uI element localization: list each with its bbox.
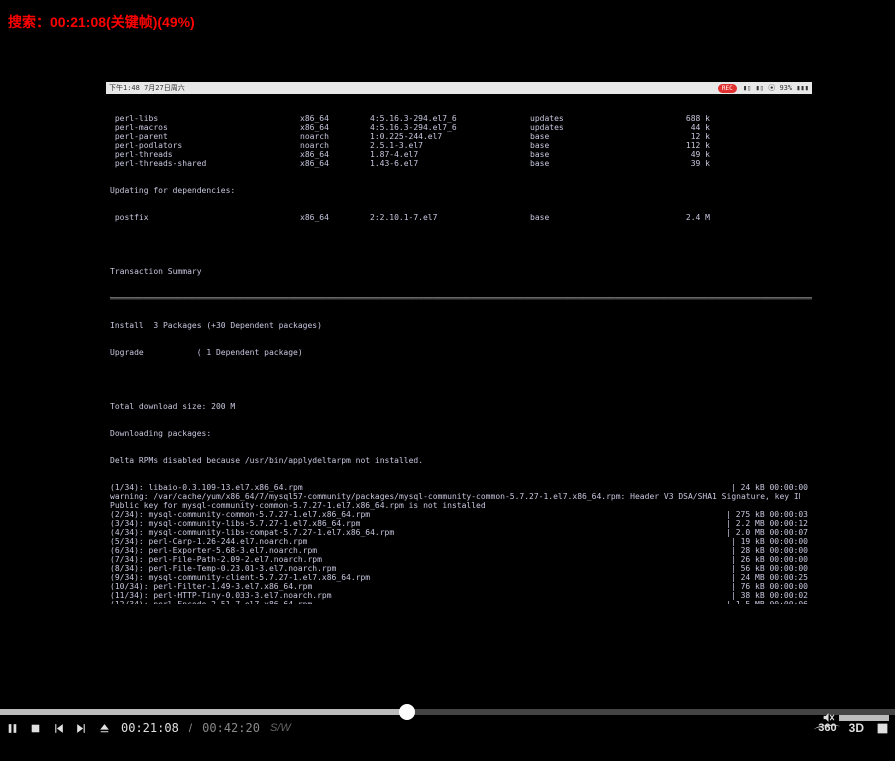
phone-time: 下午1:48 7月27日周六 [109, 84, 185, 93]
current-time: 00:21:08 [121, 721, 179, 735]
battery-icon: ▮▮▮ [796, 84, 809, 92]
download-row: (11/34): perl-HTTP-Tiny-0.033-3.el7.noar… [110, 591, 808, 600]
divider: ════════════════════════════════════════… [110, 294, 808, 303]
pkg-row: perl-threadsx86_641.87-4.el7base49 k [110, 150, 808, 159]
stop-button[interactable] [29, 722, 42, 735]
time-separator: / [189, 721, 192, 735]
download-row: (8/34): perl-File-Temp-0.23.01-3.el7.noa… [110, 564, 808, 573]
download-row: (10/34): perl-Filter-1.49-3.el7.x86_64.r… [110, 582, 808, 591]
pause-button[interactable] [6, 722, 19, 735]
pkg-row: perl-podlatorsnoarch2.5.1-3.el7base112 k [110, 141, 808, 150]
pkg-row: postfixx86_642:2.10.1-7.el7base2.4 M [110, 213, 808, 222]
pkg-row: perl-parentnoarch1:0.225-244.el7base12 k [110, 132, 808, 141]
signal-icon: ▮▯ ▮▯ ⦿ [743, 84, 780, 92]
pkg-row: perl-macrosx86_644:5.16.3-294.el7_6updat… [110, 123, 808, 132]
prev-button[interactable] [52, 722, 65, 735]
sw-indicator[interactable]: S/W [270, 722, 291, 734]
pkg-row: perl-threads-sharedx86_641.43-6.el7base3… [110, 159, 808, 168]
total-time: 00:42:20 [202, 721, 260, 735]
download-row: (4/34): mysql-community-libs-compat-5.7.… [110, 528, 808, 537]
eject-button[interactable] [98, 722, 111, 735]
rec-indicator: REC [718, 84, 737, 93]
download-row: (9/34): mysql-community-client-5.7.27-1.… [110, 573, 808, 582]
terminal-output: perl-libsx86_644:5.16.3-294.el7_6updates… [106, 94, 812, 604]
player-controls: 00:21:08 / 00:42:20 S/W 360 3D [0, 701, 895, 761]
download-row: (12/34): perl-Encode-2.51-7.el7.x86_64.r… [110, 600, 808, 604]
download-row: warning: /var/cache/yum/x86_64/7/mysql57… [110, 492, 808, 501]
360-button[interactable]: 360 [818, 722, 836, 734]
next-button[interactable] [75, 722, 88, 735]
progress-track[interactable] [0, 709, 895, 715]
download-row: (7/34): perl-File-Path-2.09-2.el7.noarch… [110, 555, 808, 564]
download-row: (3/34): mysql-community-libs-5.7.27-1.el… [110, 519, 808, 528]
volume-slider[interactable] [839, 715, 889, 721]
progress-fill [0, 709, 407, 715]
download-row: Public key for mysql-community-common-5.… [110, 501, 808, 510]
download-row: (5/34): perl-Carp-1.26-244.el7.noarch.rp… [110, 537, 808, 546]
pkg-row: perl-libsx86_644:5.16.3-294.el7_6updates… [110, 114, 808, 123]
search-status-text: 搜索：00:21:08(关键帧)(49%) [4, 6, 199, 38]
download-row: (6/34): perl-Exporter-5.68-3.el7.noarch.… [110, 546, 808, 555]
phone-status-right: REC ▮▯ ▮▯ ⦿ 93% ▮▮▮ [718, 84, 809, 93]
phone-status-bar: 下午1:48 7月27日周六 REC ▮▯ ▮▯ ⦿ 93% ▮▮▮ [106, 82, 812, 94]
download-row: (2/34): mysql-community-common-5.7.27-1.… [110, 510, 808, 519]
video-frame: 下午1:48 7月27日周六 REC ▮▯ ▮▯ ⦿ 93% ▮▮▮ perl-… [106, 82, 812, 604]
download-row: (1/34): libaio-0.3.109-13.el7.x86_64.rpm… [110, 483, 808, 492]
